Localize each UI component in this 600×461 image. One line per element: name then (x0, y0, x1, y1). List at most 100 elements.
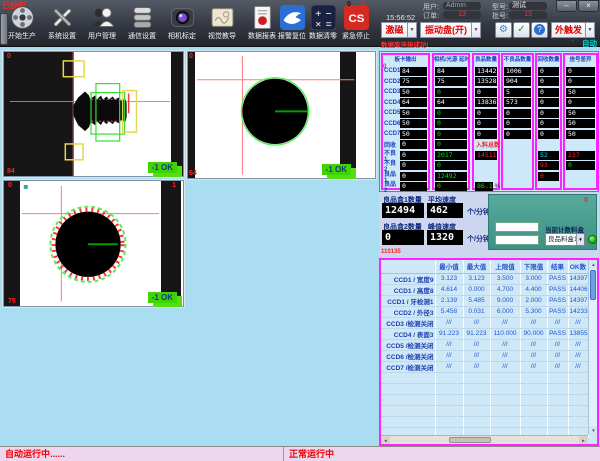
table-row[interactable]: CCD5 /检测关闭////////////////// (381, 339, 588, 350)
results-cell: PASS (547, 295, 568, 306)
emergency-stop-icon: CS (344, 5, 369, 30)
clock: 15:56:52 (386, 13, 415, 22)
toolbar: 已授权 开始生产系统设置用户管理通信设置相机标定视觉教导数据报表报警复位+−×=… (0, 0, 600, 47)
results-cell: /// (547, 361, 568, 372)
results-cell: 4.700 (490, 284, 520, 295)
chevron-down-icon[interactable] (472, 22, 481, 38)
toolbar-button-6[interactable]: 视觉教导 (202, 5, 242, 41)
stats-value-cell: 573 (504, 98, 531, 107)
box-select-dropdown[interactable]: 良品料盒1 (545, 233, 585, 246)
count-input-2[interactable] (495, 235, 539, 245)
help-icon[interactable]: ? (531, 22, 548, 38)
table-row[interactable]: CCD3 /检测关闭////////////////// (381, 317, 588, 328)
toolbar-button-10[interactable]: CS紧急停止 (336, 5, 376, 41)
gear-icon[interactable]: ⚙ (495, 22, 512, 38)
alarm-reset-icon (280, 5, 305, 30)
stats-row: 0 (537, 77, 560, 88)
toolbar-button-4[interactable]: 通信设置 (122, 5, 162, 41)
table-row[interactable]: CCD1 / 牙检测12.1395.4859.0002.000PASS14397 (381, 295, 588, 306)
toolbar-button-label: 系统设置 (42, 31, 82, 41)
results-cell: 14406 (568, 284, 588, 295)
vertical-scroll-thumb[interactable] (590, 270, 596, 300)
horizontal-scroll-thumb[interactable] (449, 437, 491, 443)
stats-row-label: CCD2 (383, 79, 399, 85)
check-icon[interactable]: ✓ (513, 22, 530, 38)
scroll-right-icon[interactable]: ► (579, 436, 588, 445)
roi-yellow-bottom (65, 144, 83, 160)
camera-view-1[interactable]: 0 84 -1 OK (3, 51, 184, 177)
camera3-count-top: 0 (8, 182, 12, 189)
results-cell: 5.458 (435, 306, 463, 317)
stats-row: 1006 (503, 66, 532, 77)
stats-row: 0 (537, 119, 560, 130)
box-select-value: 良品料盒1 (546, 234, 576, 245)
chevron-down-icon[interactable] (576, 234, 584, 245)
results-cell: /// (568, 361, 588, 372)
close-button[interactable]: × (578, 0, 599, 12)
results-cell: PASS (547, 306, 568, 317)
results-cell: 90.000 (520, 328, 547, 339)
stats-column-5: 回收数量000000052930 (535, 53, 562, 190)
stats-value-cell: 50 (400, 119, 427, 128)
stats-value-cell: 0 (400, 151, 427, 160)
toolbar-button-1[interactable]: 开始生产 (2, 5, 42, 41)
table-row[interactable]: CCD2 / 外径35.4580.0316.0005.300PASS14233 (381, 306, 588, 317)
table-row[interactable]: CCD7 /检测关闭////////////////// (381, 361, 588, 372)
scroll-up-icon[interactable]: ▲ (589, 260, 598, 269)
stats-row: 50 (565, 129, 596, 140)
results-cell: 2.139 (435, 295, 463, 306)
stats-value-cell: 75 (400, 77, 427, 86)
excite-dropdown[interactable]: 激磁 (381, 22, 417, 38)
results-cell: 13855 (568, 328, 588, 339)
toolbar-button-5[interactable]: 相机标定 (162, 5, 202, 41)
empty-cell (435, 394, 463, 405)
toolbar-button-3[interactable]: 用户管理 (82, 5, 122, 41)
minimize-button[interactable]: – (556, 0, 577, 12)
stats-row (474, 171, 498, 182)
empty-cell (463, 383, 490, 394)
stats-row: 50 (565, 119, 596, 130)
table-row[interactable]: CCD1 / 宽度93.1233.1233.5003.000PASS14397 (381, 273, 588, 284)
horizontal-scrollbar[interactable]: ◄ ► (381, 435, 588, 444)
empty-cell (381, 416, 435, 427)
stats-row (503, 161, 532, 172)
vibration-label[interactable]: 振动盘(开) (420, 22, 472, 38)
external-trigger-label[interactable]: 外触发 (551, 22, 586, 38)
stats-value-cell: 50 (400, 130, 427, 139)
vertical-scrollbar[interactable]: ▲ ▼ (588, 260, 597, 435)
results-cell: /// (490, 350, 520, 361)
mode-indicator-dots: ⁚ (572, 36, 574, 43)
stats-column-header: 回收数量 (537, 55, 560, 66)
empty-row (381, 416, 588, 427)
chevron-down-icon[interactable] (586, 22, 595, 38)
stats-value-cell: 0 (538, 172, 559, 181)
table-row[interactable]: CCD1 / 高度84.6140.0004.7004.400PASS14406 (381, 284, 588, 295)
camera-view-2[interactable]: 0 64 -1 OK (187, 51, 376, 179)
toolbar-button-2[interactable]: 系统设置 (42, 5, 82, 41)
stats-value-cell: 0 (435, 88, 467, 97)
results-cell: 91.223 (435, 328, 463, 339)
stats-value-cell: 50 (566, 130, 595, 139)
user-field: Admin (443, 2, 481, 10)
empty-cell (547, 372, 568, 383)
screw-silhouette (73, 92, 91, 132)
camera-view-3[interactable]: 0 1 75 -1 OK (3, 180, 184, 307)
scroll-down-icon[interactable]: ▼ (589, 426, 598, 435)
table-row[interactable]: CCD4 / 表面391.22391.223110.00090.000PASS1… (381, 328, 588, 339)
count-input-1[interactable] (495, 222, 539, 232)
stats-value-cell: 50 (400, 88, 427, 97)
stats-row: 0 (565, 77, 596, 88)
results-cell: /// (490, 317, 520, 328)
scroll-left-icon[interactable]: ◄ (381, 436, 390, 445)
results-cell: 91.223 (463, 328, 490, 339)
stats-value-cell: 50 (566, 88, 595, 97)
excite-label[interactable]: 激磁 (381, 22, 408, 38)
stats-value-cell: 84 (400, 67, 427, 76)
table-row[interactable]: CCD6 /检测关闭////////////////// (381, 350, 588, 361)
empty-cell (568, 383, 588, 394)
help-icon-circle: ? (534, 24, 545, 35)
stats-value-cell: 0 (538, 119, 559, 128)
camera1-count-top: 0 (7, 53, 11, 60)
vibration-dropdown[interactable]: 振动盘(开) (420, 22, 481, 38)
chevron-down-icon[interactable] (408, 22, 417, 38)
